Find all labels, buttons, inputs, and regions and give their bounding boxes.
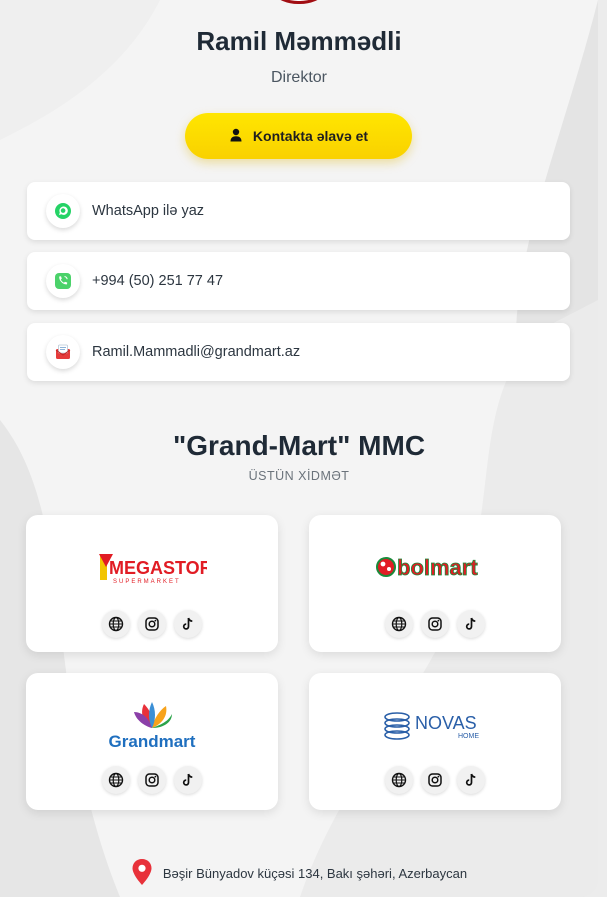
megastore-social-links xyxy=(26,610,278,638)
map-pin-icon xyxy=(131,858,153,889)
bolmart-logo-text: bolmart xyxy=(397,555,478,580)
brand-card-novas-home: NOVAS HOME xyxy=(309,673,561,810)
instagram-icon[interactable] xyxy=(421,610,449,638)
grandmart-social-links xyxy=(26,766,278,794)
email-icon xyxy=(46,335,80,369)
whatsapp-link[interactable]: WhatsApp ilə yaz xyxy=(27,182,570,240)
globe-icon[interactable] xyxy=(102,610,130,638)
instagram-icon[interactable] xyxy=(421,766,449,794)
page-card: Ramil Məmmədli Direktor Kontakta əlavə e… xyxy=(0,0,598,897)
address-text: Bəşir Bünyadov küçəsi 134, Bakı şəhəri, … xyxy=(162,866,468,881)
brand-card-grandmart: Grandmart xyxy=(26,673,278,810)
tiktok-icon[interactable] xyxy=(457,766,485,794)
bolmart-social-links xyxy=(309,610,561,638)
phone-link[interactable]: +994 (50) 251 77 47 xyxy=(27,252,570,310)
company-tagline: ÜSTÜN XİDMƏT xyxy=(248,469,350,483)
instagram-icon[interactable] xyxy=(138,610,166,638)
brand-card-megastore: MEGASTORE SUPERMARKET xyxy=(26,515,278,652)
grandmart-logo[interactable]: Grandmart xyxy=(26,697,278,753)
profile-role: Direktor xyxy=(270,69,327,86)
megastore-logo-subtext: SUPERMARKET xyxy=(113,579,181,585)
person-icon xyxy=(229,128,243,145)
whatsapp-label: WhatsApp ilə yaz xyxy=(92,203,205,219)
novas-home-logo[interactable]: NOVAS HOME xyxy=(309,701,561,751)
bolmart-logo[interactable]: bolmart xyxy=(309,543,561,593)
brand-card-bolmart: bolmart xyxy=(309,515,561,652)
globe-icon[interactable] xyxy=(102,766,130,794)
novas-logo-subtext: HOME xyxy=(458,733,479,740)
megastore-logo-text: MEGASTORE xyxy=(109,558,207,578)
add-contact-label: Kontakta əlavə et xyxy=(252,128,369,144)
tiktok-icon[interactable] xyxy=(174,766,202,794)
grandmart-logo-text: Grandmart xyxy=(109,732,196,751)
address-link[interactable]: Bəşir Bünyadov küçəsi 134, Bakı şəhəri, … xyxy=(0,858,598,889)
email-link[interactable]: Ramil.Mammadli@grandmart.az xyxy=(27,323,570,381)
megastore-logo[interactable]: MEGASTORE SUPERMARKET xyxy=(26,543,278,593)
tiktok-icon[interactable] xyxy=(174,610,202,638)
phone-label: +994 (50) 251 77 47 xyxy=(92,273,224,289)
globe-icon[interactable] xyxy=(385,610,413,638)
tiktok-icon[interactable] xyxy=(457,610,485,638)
novas-logo-text: NOVAS xyxy=(415,713,477,733)
novas-home-social-links xyxy=(309,766,561,794)
add-contact-button[interactable]: Kontakta əlavə et xyxy=(185,113,412,159)
whatsapp-icon xyxy=(46,194,80,228)
phone-icon xyxy=(46,264,80,298)
profile-name: Ramil Məmmədli xyxy=(196,26,402,56)
email-label: Ramil.Mammadli@grandmart.az xyxy=(92,344,301,360)
company-name: "Grand-Mart" MMC xyxy=(172,430,426,461)
globe-icon[interactable] xyxy=(385,766,413,794)
instagram-icon[interactable] xyxy=(138,766,166,794)
